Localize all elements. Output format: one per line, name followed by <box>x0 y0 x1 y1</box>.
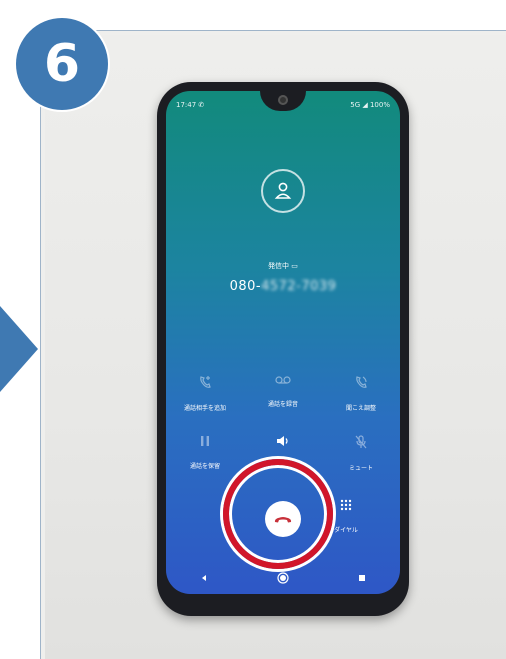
add-call-icon <box>200 376 211 388</box>
step-number-badge: 6 <box>16 18 108 110</box>
speaker-icon <box>277 436 288 446</box>
record-call-button[interactable]: 通話を録音 <box>247 375 319 410</box>
step-arrow <box>0 306 38 392</box>
notch <box>260 91 306 111</box>
navigation-bar <box>166 570 400 586</box>
hold-call-button[interactable]: 通話を保留 <box>169 435 241 472</box>
hearing-adjust-button[interactable]: 聞こえ調整 <box>325 375 397 414</box>
front-camera-icon <box>278 95 288 105</box>
recents-icon[interactable] <box>358 574 366 582</box>
masked-number: 4572-7039 <box>261 279 337 294</box>
voicemail-icon <box>275 376 291 384</box>
status-indicators: 5G ◢ 100% <box>350 101 390 109</box>
call-state: 発信中 ▭ <box>268 262 298 270</box>
mute-button[interactable]: ミュート <box>325 435 397 474</box>
phone-icon: ✆ <box>198 101 205 109</box>
status-time: 17:47 ✆ <box>176 101 205 109</box>
pause-icon <box>201 436 209 446</box>
back-icon[interactable] <box>200 574 208 582</box>
phone-number: 080-4572-7039 <box>229 279 337 294</box>
dialpad-icon <box>340 499 352 511</box>
contact-avatar-icon <box>261 169 305 213</box>
highlight-circle <box>223 459 333 569</box>
hearing-adjust-icon <box>356 376 367 388</box>
add-call-button[interactable]: 通話相手を追加 <box>169 375 241 414</box>
hd-voice-icon: ▭ <box>291 262 298 270</box>
mute-icon <box>355 435 367 449</box>
home-icon[interactable] <box>277 572 289 584</box>
